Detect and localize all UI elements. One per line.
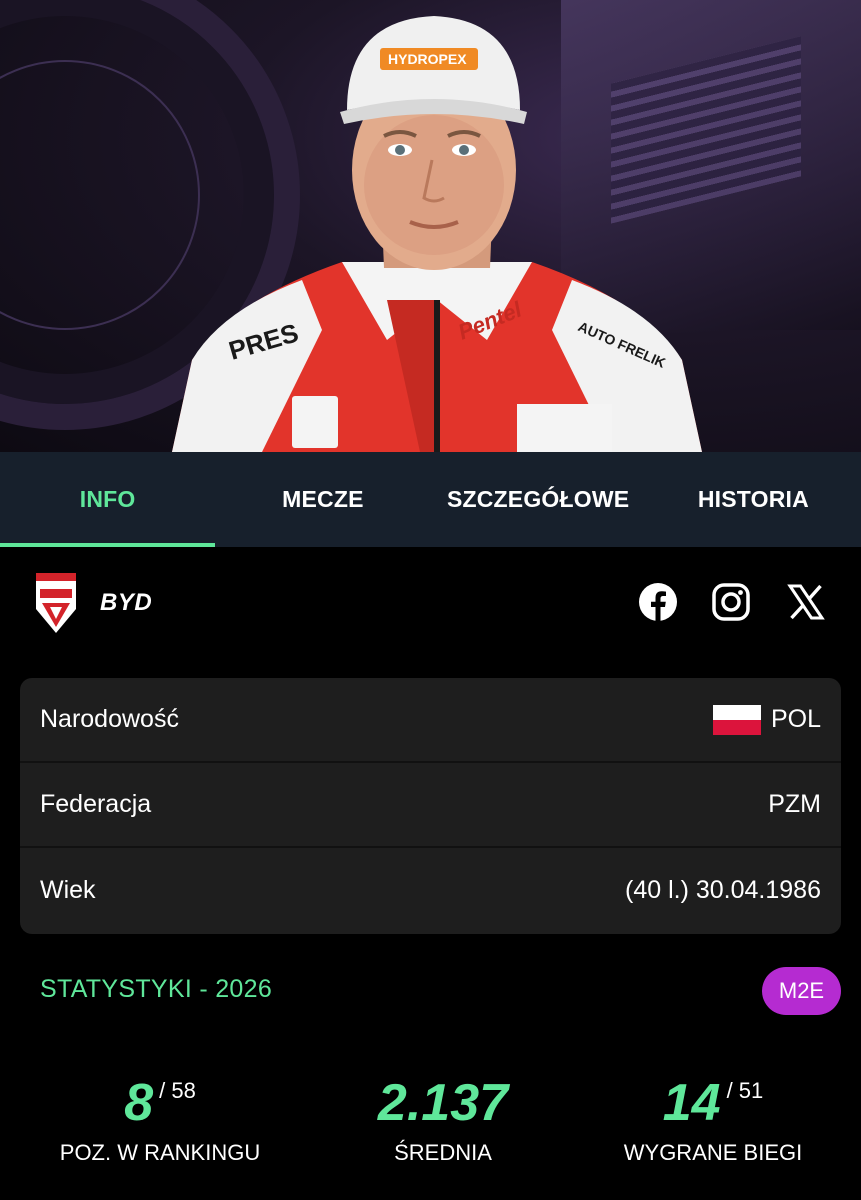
tab-szczegolowe[interactable]: SZCZEGÓŁOWE <box>431 452 646 547</box>
nationality-value: POL <box>770 705 821 733</box>
age-value: (40 l.) 30.04.1986 <box>625 876 821 904</box>
rider-hero-image: PRES Pentel AUTO FRELIK HYDROPEX <box>0 0 861 452</box>
age-row: Wiek (40 l.) 30.04.1986 <box>20 848 841 933</box>
federation-value: PZM <box>768 790 821 818</box>
stat-average-value: 2.137 <box>377 1074 509 1132</box>
profile-tabs: INFO MECZE SZCZEGÓŁOWE HISTORIA <box>0 452 861 547</box>
federation-label: Federacja <box>40 790 152 818</box>
age-label: Wiek <box>40 876 96 904</box>
stat-ranking-total: / 58 <box>159 1078 196 1103</box>
tab-info[interactable]: INFO <box>0 452 216 547</box>
stat-won-heats-label: WYGRANE BIEGI <box>623 1140 803 1165</box>
nationality-value-group: POL <box>712 704 821 735</box>
stat-ranking-value: 8 <box>124 1074 154 1132</box>
stat-average: 2.137 ŚREDNIA <box>303 1070 583 1166</box>
league-badge[interactable]: M2E <box>762 967 841 1015</box>
nationality-row: Narodowość POL <box>20 678 841 763</box>
stat-won-heats-value: 14 <box>662 1074 721 1132</box>
club-row: BYD <box>0 565 861 643</box>
stats-title: STATYSTYKI - 2026 <box>40 975 273 1003</box>
svg-text:HYDROPEX: HYDROPEX <box>388 51 467 67</box>
club-logo-icon[interactable] <box>34 569 78 635</box>
instagram-icon[interactable] <box>711 582 751 622</box>
club-abbreviation[interactable]: BYD <box>100 589 152 617</box>
rider-portrait: PRES Pentel AUTO FRELIK HYDROPEX <box>172 0 702 452</box>
stat-ranking-label: POZ. W RANKINGU <box>59 1140 261 1165</box>
tab-mecze[interactable]: MECZE <box>215 452 430 547</box>
stat-won-heats: 14 / 51 WYGRANE BIEGI <box>573 1070 853 1166</box>
stat-won-heats-total: / 51 <box>726 1078 764 1103</box>
stat-average-label: ŚREDNIA <box>394 1140 492 1165</box>
federation-row: Federacja PZM <box>20 763 841 848</box>
poland-flag-icon <box>712 704 761 735</box>
facebook-icon[interactable] <box>638 582 678 622</box>
nationality-label: Narodowość <box>40 705 179 733</box>
tab-historia[interactable]: HISTORIA <box>646 452 861 547</box>
player-info-card: Narodowość POL Federacja PZM Wiek (40 l.… <box>20 678 841 934</box>
x-icon[interactable] <box>786 582 826 622</box>
stat-ranking: 8 / 58 POZ. W RANKINGU <box>20 1070 300 1166</box>
